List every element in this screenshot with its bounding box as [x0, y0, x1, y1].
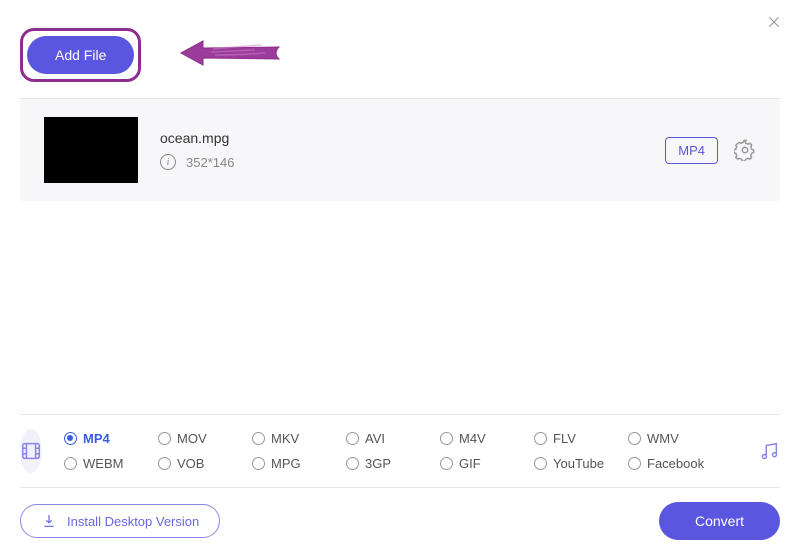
format-radio[interactable]: [346, 432, 359, 445]
film-icon: [20, 440, 42, 462]
divider: [20, 487, 780, 488]
format-option-flv[interactable]: FLV: [534, 431, 624, 446]
format-radio[interactable]: [440, 432, 453, 445]
format-label: M4V: [459, 431, 486, 446]
format-option-mpg[interactable]: MPG: [252, 456, 342, 471]
format-radio[interactable]: [534, 432, 547, 445]
format-label: Facebook: [647, 456, 704, 471]
divider: [20, 414, 780, 415]
format-label: GIF: [459, 456, 481, 471]
file-resolution: 352*146: [186, 155, 234, 170]
format-radio[interactable]: [252, 457, 265, 470]
format-panel: MP4 MOV MKV AVI M4V FLV WMV WEBM VOB MPG 3GP GIF You…: [20, 414, 780, 488]
output-format-button[interactable]: MP4: [665, 137, 718, 164]
format-radio[interactable]: [440, 457, 453, 470]
format-option-facebook[interactable]: Facebook: [628, 456, 718, 471]
audio-tab[interactable]: [758, 440, 784, 462]
format-radio[interactable]: [628, 457, 641, 470]
format-option-vob[interactable]: VOB: [158, 456, 248, 471]
format-radio[interactable]: [64, 457, 77, 470]
format-label: FLV: [553, 431, 576, 446]
format-label: 3GP: [365, 456, 391, 471]
settings-button[interactable]: [734, 139, 756, 161]
format-label: MKV: [271, 431, 299, 446]
format-radio[interactable]: [534, 457, 547, 470]
video-tab[interactable]: [20, 429, 42, 473]
format-radio[interactable]: [158, 432, 171, 445]
format-label: MOV: [177, 431, 207, 446]
format-label: AVI: [365, 431, 385, 446]
install-desktop-button[interactable]: Install Desktop Version: [20, 504, 220, 538]
format-label: YouTube: [553, 456, 604, 471]
format-radio[interactable]: [346, 457, 359, 470]
format-radio[interactable]: [64, 432, 77, 445]
annotation-highlight: Add File: [20, 28, 141, 82]
format-grid: MP4 MOV MKV AVI M4V FLV WMV WEBM VOB MPG 3GP GIF You…: [64, 431, 718, 471]
info-icon[interactable]: i: [160, 154, 176, 170]
format-radio[interactable]: [628, 432, 641, 445]
format-option-mov[interactable]: MOV: [158, 431, 248, 446]
format-label: MP4: [83, 431, 110, 446]
convert-button[interactable]: Convert: [659, 502, 780, 540]
add-file-button[interactable]: Add File: [27, 36, 134, 74]
format-label: MPG: [271, 456, 301, 471]
format-option-mkv[interactable]: MKV: [252, 431, 342, 446]
top-bar: Add File: [0, 0, 800, 98]
format-option-youtube[interactable]: YouTube: [534, 456, 624, 471]
format-option-m4v[interactable]: M4V: [440, 431, 530, 446]
format-radio[interactable]: [252, 432, 265, 445]
music-icon: [758, 440, 780, 462]
format-radio[interactable]: [158, 457, 171, 470]
install-desktop-label: Install Desktop Version: [67, 514, 199, 529]
file-name: ocean.mpg: [160, 130, 665, 146]
format-option-gif[interactable]: GIF: [440, 456, 530, 471]
bottom-bar: Install Desktop Version Convert: [20, 502, 780, 540]
file-item: ocean.mpg i 352*146 MP4: [20, 99, 780, 201]
format-option-avi[interactable]: AVI: [346, 431, 436, 446]
gear-icon: [734, 139, 756, 161]
format-option-wmv[interactable]: WMV: [628, 431, 718, 446]
format-label: WEBM: [83, 456, 123, 471]
format-option-mp4[interactable]: MP4: [64, 431, 154, 446]
format-option-3gp[interactable]: 3GP: [346, 456, 436, 471]
annotation-arrow: [173, 33, 283, 78]
format-label: VOB: [177, 456, 204, 471]
format-label: WMV: [647, 431, 679, 446]
close-button[interactable]: [764, 12, 784, 32]
file-info: ocean.mpg i 352*146: [160, 130, 665, 170]
download-icon: [41, 513, 57, 529]
format-option-webm[interactable]: WEBM: [64, 456, 154, 471]
file-thumbnail: [44, 117, 138, 183]
